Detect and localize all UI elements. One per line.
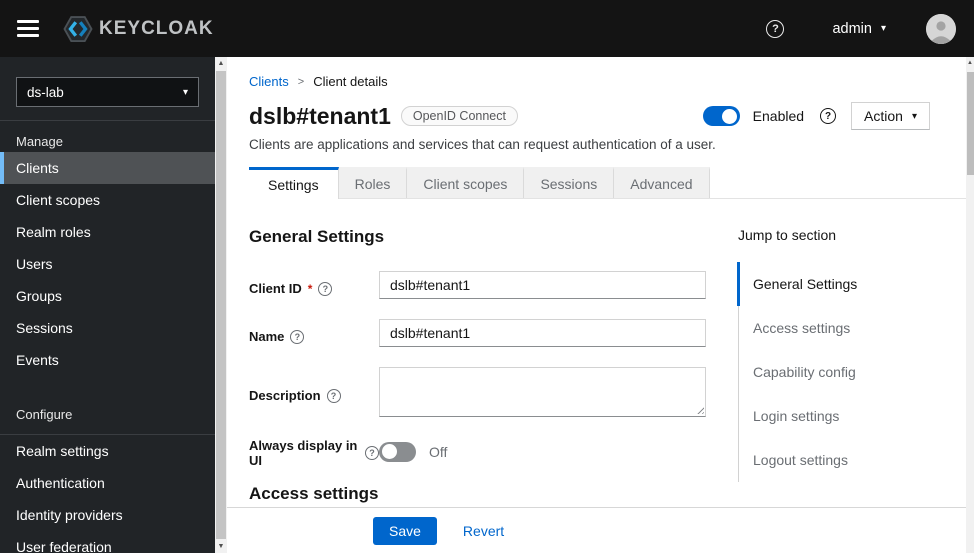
breadcrumb-clients-link[interactable]: Clients (249, 74, 289, 89)
name-help-icon[interactable]: ? (290, 329, 305, 344)
jump-to-section-panel: Jump to section General Settings Access … (737, 227, 966, 504)
jump-link-logout-settings[interactable]: Logout settings (739, 438, 966, 482)
description-label: Description (249, 388, 321, 403)
action-dropdown-button[interactable]: Action ▾ (851, 102, 930, 130)
keycloak-logo: KEYCLOAK (63, 14, 214, 44)
save-button[interactable]: Save (373, 516, 437, 545)
enabled-toggle[interactable] (702, 106, 740, 126)
section-access-settings: Access settings (249, 484, 379, 503)
page-scrollbar[interactable]: ▲ (966, 57, 974, 553)
jump-link-access-settings[interactable]: Access settings (739, 306, 966, 350)
page-subtitle: Clients are applications and services th… (249, 137, 716, 152)
product-name: KEYCLOAK (99, 17, 214, 39)
client-id-help-icon[interactable]: ? (318, 281, 333, 296)
client-id-row: Client ID * ? (249, 271, 706, 299)
always-display-label: Always display in UI (249, 438, 358, 468)
sidebar-item-clients[interactable]: Clients (0, 152, 215, 184)
sidebar-item-user-federation[interactable]: User federation (0, 531, 215, 553)
action-label: Action (864, 108, 903, 124)
sidebar-item-identity-providers[interactable]: Identity providers (0, 499, 215, 531)
always-display-row: Always display in UI ? Off (249, 435, 706, 468)
sidebar-item-authentication[interactable]: Authentication (0, 467, 215, 499)
sidebar-item-client-scopes[interactable]: Client scopes (0, 184, 215, 216)
keycloak-logo-icon (63, 15, 93, 42)
scroll-up-icon[interactable]: ▲ (966, 57, 974, 69)
client-id-label: Client ID (249, 281, 302, 296)
caret-down-icon: ▾ (182, 86, 188, 98)
masthead: KEYCLOAK ? admin ▾ (0, 0, 974, 57)
description-textarea[interactable] (379, 367, 706, 417)
sidebar-item-realm-roles[interactable]: Realm roles (0, 216, 215, 248)
always-display-state: Off (429, 443, 448, 460)
hamburger-menu-icon[interactable] (17, 16, 39, 41)
nav-group-title-manage: Manage (16, 134, 63, 149)
avatar[interactable] (926, 13, 956, 44)
name-label: Name (249, 329, 285, 344)
settings-form: General Settings Client ID * ? Name ? (249, 227, 706, 504)
jump-link-capability-config[interactable]: Capability config (739, 350, 966, 394)
user-avatar-icon (926, 13, 956, 44)
description-help-icon[interactable]: ? (326, 388, 341, 403)
sidebar-item-sessions[interactable]: Sessions (0, 312, 215, 344)
sidebar-item-realm-settings[interactable]: Realm settings (0, 435, 215, 467)
page-scrollbar-thumb[interactable] (966, 72, 974, 175)
enabled-label: Enabled (752, 108, 805, 124)
tab-sessions[interactable]: Sessions (524, 167, 615, 198)
tab-client-scopes[interactable]: Client scopes (407, 167, 525, 198)
name-input[interactable] (379, 319, 706, 347)
revert-link[interactable]: Revert (463, 523, 504, 539)
section-general-settings: General Settings (249, 227, 385, 246)
page-title: dslb#tenant1 (249, 102, 391, 129)
realm-name: ds-lab (27, 84, 64, 100)
main-content: Clients > Client details dslb#tenant1 Op… (227, 57, 966, 553)
realm-selector[interactable]: ds-lab ▾ (16, 77, 199, 107)
username-label: admin (832, 20, 872, 37)
scroll-up-icon[interactable]: ▲ (215, 57, 227, 70)
tab-advanced[interactable]: Advanced (614, 167, 710, 198)
tab-settings[interactable]: Settings (249, 167, 339, 199)
nav-group-title-configure: Configure (16, 407, 73, 422)
sidebar-scrollbar-thumb[interactable] (216, 71, 226, 539)
jump-link-login-settings[interactable]: Login settings (739, 394, 966, 438)
sidebar-item-groups[interactable]: Groups (0, 280, 215, 312)
breadcrumb-separator: > (297, 75, 305, 88)
breadcrumb: Clients > Client details (249, 57, 966, 89)
name-row: Name ? (249, 319, 706, 347)
description-row: Description ? (249, 367, 706, 417)
user-menu[interactable]: admin ▾ (832, 21, 886, 37)
help-icon[interactable]: ? (766, 19, 785, 38)
sidebar-scrollbar[interactable]: ▲ ▼ (215, 57, 227, 553)
always-display-toggle[interactable] (379, 441, 416, 462)
sidebar: ds-lab ▾ Manage Clients Client scopes Re… (0, 57, 215, 553)
scroll-down-icon[interactable]: ▼ (215, 540, 227, 553)
form-action-bar: Save Revert (227, 507, 966, 553)
jump-title: Jump to section (738, 227, 837, 243)
required-asterisk: * (307, 281, 313, 296)
breadcrumb-current: Client details (313, 74, 388, 89)
caret-down-icon: ▾ (911, 110, 917, 122)
tab-roles[interactable]: Roles (338, 167, 408, 198)
caret-down-icon: ▾ (880, 23, 886, 34)
protocol-badge: OpenID Connect (400, 106, 518, 126)
always-display-help-icon[interactable]: ? (365, 446, 379, 460)
tab-bar: Settings Roles Client scopes Sessions Ad… (249, 167, 966, 199)
sidebar-item-users[interactable]: Users (0, 248, 215, 280)
client-id-input[interactable] (379, 271, 706, 299)
enabled-help-icon[interactable]: ? (820, 108, 837, 124)
jump-link-general-settings[interactable]: General Settings (737, 262, 966, 306)
sidebar-item-events[interactable]: Events (0, 344, 215, 376)
